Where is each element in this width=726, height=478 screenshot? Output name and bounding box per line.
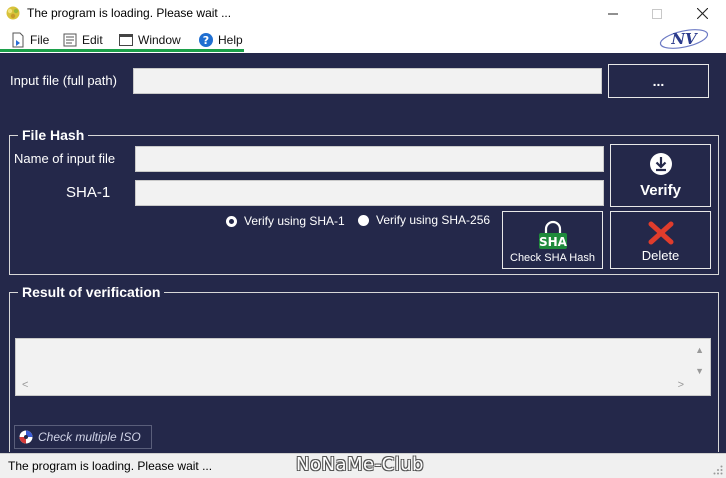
minimize-icon [608,13,618,14]
edit-icon [63,33,77,47]
download-icon [649,153,672,175]
scroll-down-icon[interactable]: ▼ [695,366,704,376]
menu-window[interactable]: Window [118,30,181,50]
check-sha-hash-button[interactable]: SHA Check SHA Hash [502,211,603,269]
maximize-button[interactable] [635,0,679,27]
title-bar: The program is loading. Please wait ... [0,0,726,27]
name-of-input-file-field[interactable] [135,146,604,172]
check-multiple-iso-button[interactable]: Check multiple ISO [14,425,152,449]
scroll-left-icon[interactable]: < [22,379,28,391]
menu-help[interactable]: ? Help [198,30,243,50]
radio-sha1[interactable]: Verify using SHA-1 [226,214,345,228]
check-sha-hash-label: Check SHA Hash [510,252,595,264]
browse-label: ... [652,73,665,89]
maximize-icon [652,8,662,19]
menu-bar: File Edit Window ? Help NV [0,27,726,53]
input-file-field[interactable] [133,68,602,94]
menu-help-label: Help [218,33,243,47]
delete-label: Delete [641,248,680,263]
menu-edit[interactable]: Edit [62,30,103,50]
menu-file[interactable]: File [10,30,49,50]
name-of-input-file-label: Name of input file [14,151,116,166]
radio-sha256-label: Verify using SHA-256 [376,213,491,227]
nv-logo: NV [659,29,709,49]
svg-text:?: ? [203,34,209,47]
browse-button[interactable]: ... [608,64,709,98]
radio-sha1-label: Verify using SHA-1 [244,214,345,228]
sha-hash-field[interactable] [135,180,604,206]
sha-badge-text: SHA [539,235,568,249]
help-icon: ? [199,33,213,47]
sha-label: SHA-1 [66,184,111,201]
status-text: The program is loading. Please wait ... [8,459,213,473]
menu-edit-label: Edit [82,33,103,47]
scroll-up-icon[interactable]: ▲ [695,345,704,355]
input-file-label: Input file (full path) [10,73,117,88]
file-hash-title: File Hash [18,127,89,143]
resize-grip-icon[interactable] [713,465,723,475]
result-title: Result of verification [18,284,165,300]
delete-x-icon [648,221,673,245]
radio-sha256-dot [358,214,369,226]
verify-button[interactable]: Verify [610,144,711,207]
app-icon [6,6,20,20]
window-icon [119,34,133,46]
menu-file-label: File [30,33,50,47]
close-button[interactable] [680,0,724,27]
minimize-button[interactable] [591,0,635,27]
close-icon [696,8,708,19]
menu-window-label: Window [138,33,181,47]
file-icon [12,32,24,48]
menu-accent-line [0,49,244,52]
sha-lock-icon: SHA [538,220,568,249]
scroll-right-icon[interactable]: > [678,379,684,391]
radio-sha1-dot [226,215,237,227]
delete-button[interactable]: Delete [610,211,711,269]
check-multiple-iso-label: Check multiple ISO [38,430,141,444]
radio-sha256[interactable]: Verify using SHA-256 [358,213,490,227]
disc-icon [19,430,33,444]
watermark: NoNaMe-Club [296,454,424,475]
verify-label: Verify [640,182,681,199]
window-title: The program is loading. Please wait ... [27,6,232,20]
result-textbox[interactable]: ▲ ▼ < > [15,338,711,396]
status-bar: The program is loading. Please wait ... … [0,453,726,478]
logo-text: NV [670,30,698,48]
